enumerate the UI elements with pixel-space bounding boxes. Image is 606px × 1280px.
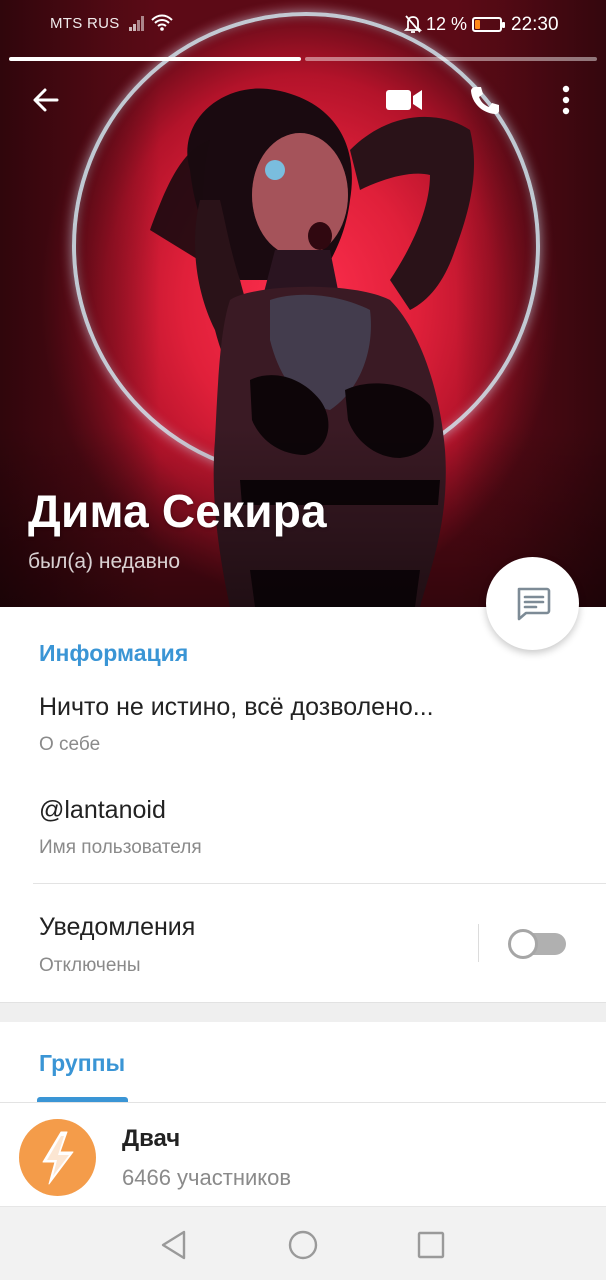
back-button[interactable]	[22, 76, 70, 124]
video-camera-icon	[386, 90, 422, 110]
notifications-toggle[interactable]	[508, 929, 566, 959]
wifi-icon	[151, 14, 173, 31]
nav-home-icon	[288, 1230, 318, 1260]
more-vertical-icon	[562, 85, 570, 115]
username-value[interactable]: @lantanoid	[39, 796, 166, 825]
profile-name: Дима Секира	[28, 485, 327, 537]
last-seen-status: был(а) недавно	[28, 550, 181, 573]
clock: 22:30	[511, 14, 559, 35]
voice-call-button[interactable]	[461, 76, 509, 124]
about-text[interactable]: Ничто не истино, всё дозволено...	[39, 693, 434, 722]
battery-percent: 12 %	[426, 14, 468, 34]
phone-icon	[471, 87, 499, 114]
system-navbar	[0, 1206, 606, 1280]
message-icon	[517, 587, 550, 620]
bell-off-icon	[404, 15, 422, 33]
more-options-button[interactable]	[542, 76, 590, 124]
lightning-icon	[42, 1131, 73, 1184]
nav-home-button[interactable]	[285, 1227, 321, 1263]
progress-segment-2	[305, 57, 597, 61]
nav-recents-button[interactable]	[413, 1227, 449, 1263]
photo-progress	[9, 57, 597, 61]
battery-icon	[472, 17, 505, 32]
section-gap	[0, 1002, 606, 1022]
username-label: Имя пользователя	[39, 837, 202, 858]
info-divider	[33, 883, 606, 884]
group-avatar	[19, 1119, 96, 1196]
carrier-name: MTS RUS	[50, 15, 120, 32]
status-bar: MTS RUS 12 % 22:30	[0, 0, 606, 52]
send-message-button[interactable]	[486, 557, 579, 650]
profile-toolbar	[0, 70, 606, 126]
back-arrow-icon	[33, 88, 59, 112]
group-name: Двач	[122, 1125, 181, 1152]
info-section-title: Информация	[39, 640, 189, 666]
progress-segment-1	[9, 57, 301, 61]
notifications-state: Отключены	[39, 955, 141, 976]
toggle-knob	[508, 929, 538, 959]
nav-back-button[interactable]	[156, 1227, 192, 1263]
group-members: 6466 участников	[122, 1165, 292, 1190]
about-label: О себе	[39, 734, 101, 755]
nav-back-icon	[161, 1230, 186, 1260]
tab-groups[interactable]: Группы	[39, 1050, 125, 1077]
list-item[interactable]: Двач 6466 участников	[0, 1103, 606, 1205]
nav-recents-icon	[417, 1231, 445, 1259]
profile-photo[interactable]: MTS RUS 12 % 22:30 Дима Секира был(а) не…	[0, 0, 606, 607]
toggle-separator	[478, 924, 479, 962]
video-call-button[interactable]	[380, 76, 428, 124]
signal-icon	[129, 16, 144, 31]
notifications-title[interactable]: Уведомления	[39, 913, 195, 942]
